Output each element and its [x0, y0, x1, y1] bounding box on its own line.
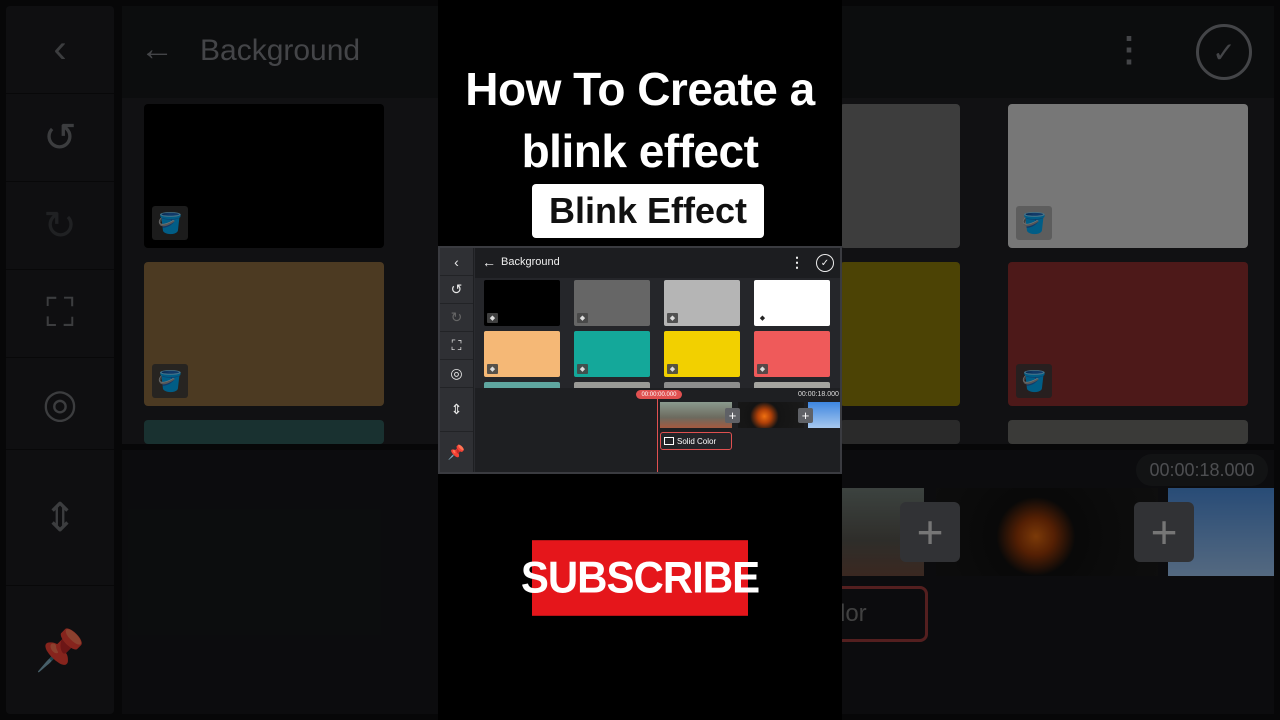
pin-icon[interactable]: 📌 — [440, 432, 473, 472]
swatch[interactable]: ◆ — [574, 280, 650, 326]
panel-title: Background — [501, 256, 560, 268]
undo-icon[interactable]: ↺ — [440, 276, 473, 304]
swatch[interactable]: ◆ — [484, 280, 560, 326]
swatch[interactable]: ◆ — [664, 280, 740, 326]
headline: How To Create a blink effect — [465, 63, 815, 177]
paint-bucket-icon: ◆ — [577, 364, 588, 374]
check-circle-icon[interactable]: ✓ — [816, 254, 834, 272]
tool-rail: ‹ ↺ ↻ ⛶ ◎ ⇕ 📌 — [440, 248, 474, 472]
solid-color-clip[interactable]: Solid Color — [660, 432, 732, 450]
fit-screen-icon[interactable]: ⛶ — [440, 332, 473, 360]
effect-badge: Blink Effect — [532, 184, 764, 238]
clip-space[interactable] — [738, 402, 804, 428]
paint-bucket-icon: ◆ — [667, 313, 678, 323]
playhead-time: 00:00:00.000 — [636, 390, 682, 399]
clip-landscape[interactable] — [660, 402, 732, 428]
swatch[interactable]: ◆ — [664, 331, 740, 377]
image-icon — [664, 437, 674, 445]
swatch[interactable]: ◆ — [484, 331, 560, 377]
paint-bucket-icon: ◆ — [487, 313, 498, 323]
paint-bucket-icon: ◆ — [577, 313, 588, 323]
playhead[interactable] — [657, 390, 658, 472]
swatch[interactable]: ◆ — [574, 331, 650, 377]
paint-bucket-icon: ◆ — [757, 364, 768, 374]
paint-bucket-icon: ◆ — [487, 364, 498, 374]
solid-color-label: Solid Color — [677, 436, 717, 446]
split-track-icon[interactable]: ⇕ — [440, 388, 473, 432]
redo-icon[interactable]: ↻ — [440, 304, 473, 332]
paint-bucket-icon: ◆ — [757, 313, 768, 323]
more-vert-icon[interactable]: ⋮ — [790, 254, 804, 271]
plus-icon[interactable]: + — [798, 408, 813, 423]
paint-bucket-icon: ◆ — [667, 364, 678, 374]
swatch[interactable]: ◆ — [754, 331, 830, 377]
plus-icon[interactable]: + — [725, 408, 740, 423]
chevron-left-icon[interactable]: ‹ — [440, 248, 473, 276]
gear-icon[interactable]: ◎ — [440, 360, 473, 388]
end-time: 00:00:18.000 — [798, 391, 839, 398]
arrow-left-icon[interactable]: ← — [482, 254, 496, 270]
subscribe-button[interactable]: SUBSCRIBE — [521, 540, 760, 616]
video-frame: How To Create a blink effect Blink Effec… — [438, 0, 842, 720]
editor-screenshot: ‹ ↺ ↻ ⛶ ◎ ⇕ 📌 ← Background ⋮ ✓ ◆ ◆ ◆ ◆ ◆… — [438, 246, 842, 474]
color-swatch-grid: ◆ ◆ ◆ ◆ ◆ ◆ ◆ ◆ — [475, 278, 840, 388]
swatch[interactable]: ◆ — [754, 280, 830, 326]
